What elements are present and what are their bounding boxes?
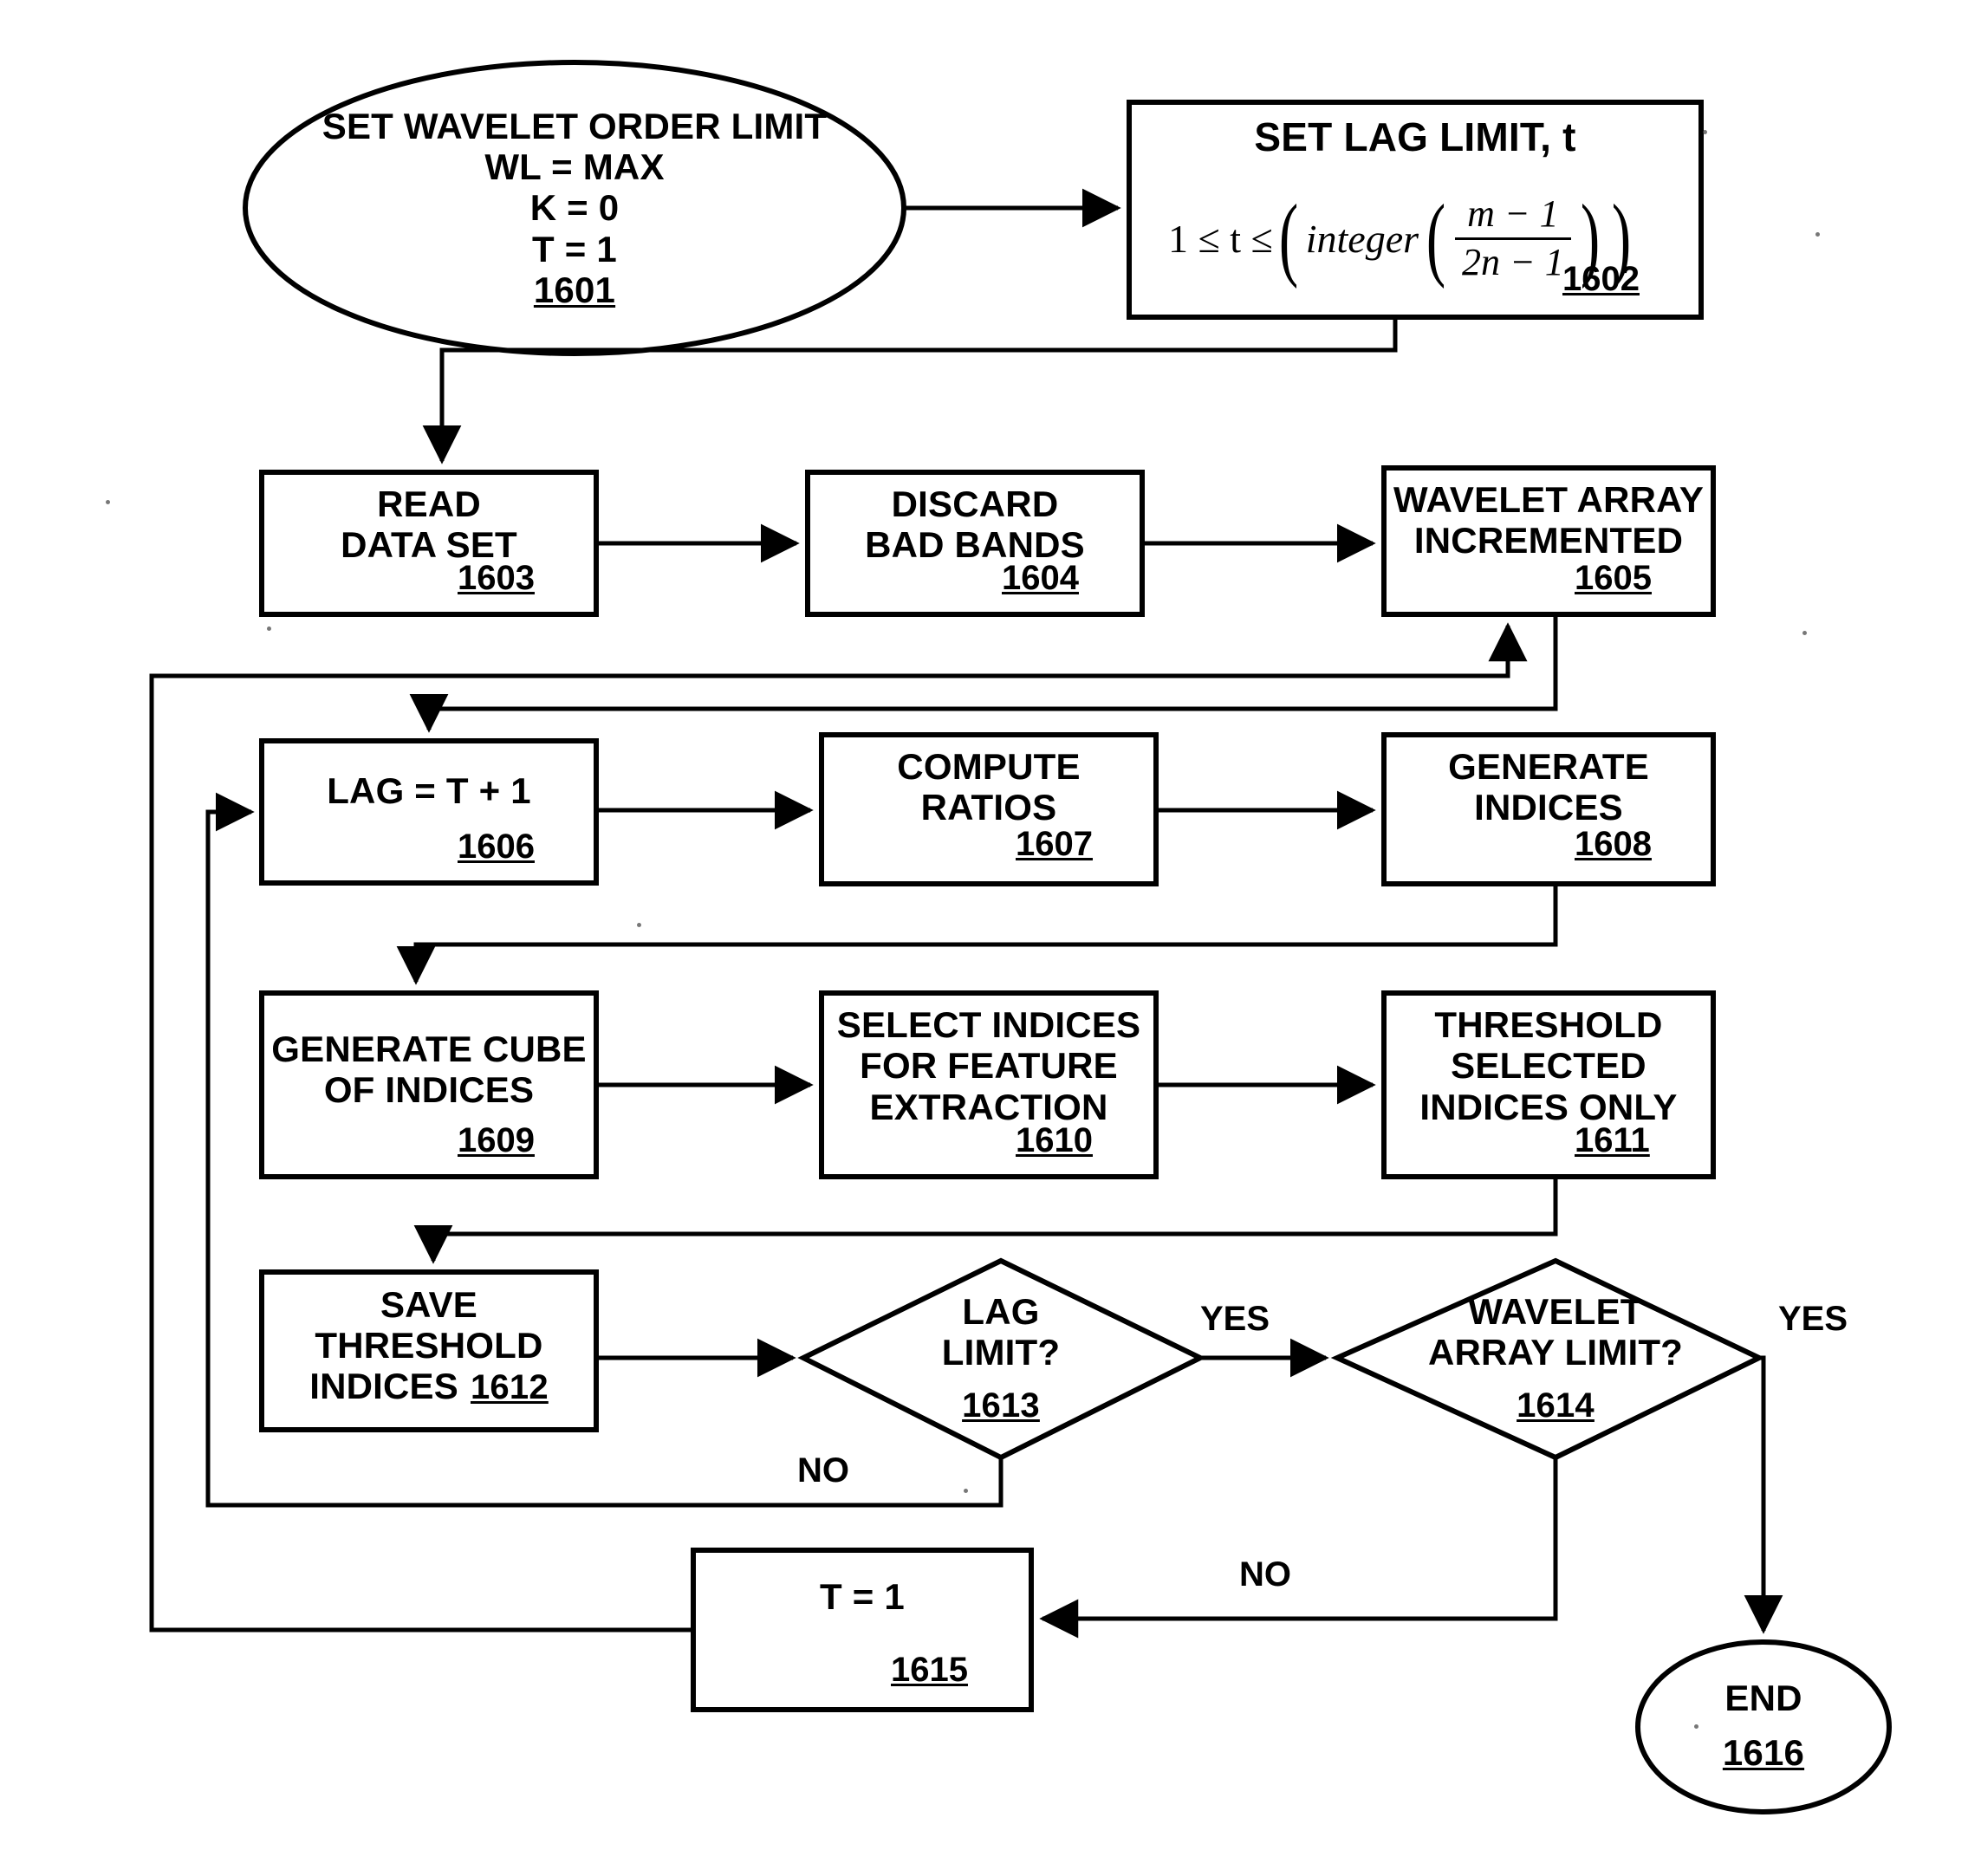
node-1615-ref: 1615 (891, 1651, 968, 1689)
scan-speck (1694, 1724, 1698, 1729)
formula-close-paren-outer: ) (1611, 185, 1631, 289)
scan-speck (1802, 631, 1807, 635)
node-1606-ref: 1606 (458, 828, 535, 866)
scan-speck (1703, 130, 1707, 134)
scan-speck (106, 500, 110, 504)
node-1605-ref: 1605 (1575, 559, 1652, 597)
shape-1611 (1381, 990, 1716, 1179)
scan-speck (1815, 232, 1820, 237)
shape-1603 (259, 470, 599, 617)
shape-1607 (819, 732, 1159, 886)
shape-1609 (259, 990, 599, 1179)
edge-1614-no-1615 (1039, 1457, 1558, 1639)
shape-1601 (243, 60, 906, 356)
formula-numerator: m − 1 (1467, 192, 1559, 236)
formula-fraction-bar (1455, 237, 1571, 240)
scan-speck (267, 626, 271, 631)
shape-1616 (1635, 1639, 1892, 1814)
shape-1606 (259, 738, 599, 886)
node-1607-ref: 1607 (1016, 825, 1093, 863)
formula-close-paren-inner: ) (1580, 185, 1600, 289)
shape-1605 (1381, 465, 1716, 617)
node-1610-ref: 1610 (1016, 1121, 1093, 1159)
scan-speck (964, 1489, 968, 1493)
shape-1612 (259, 1269, 599, 1432)
formula-denominator: 2n − 1 (1462, 240, 1564, 283)
shape-1608 (1381, 732, 1716, 886)
edge-1608-1609 (396, 884, 1558, 985)
formula-open-paren-inner: ( (1426, 185, 1446, 289)
flowchart-page: SET WAVELET ORDER LIMIT WL = MAX K = 0 T… (0, 0, 1981, 1876)
edge-1611-1612 (413, 1177, 1558, 1264)
formula-fn: integer (1305, 216, 1419, 261)
formula-fraction: m − 1 2n − 1 (1455, 194, 1571, 282)
node-1609-ref: 1609 (458, 1121, 535, 1159)
formula-open-paren-outer: ( (1278, 185, 1298, 289)
shape-1610 (819, 990, 1159, 1179)
edge-1605-1606 (409, 614, 1558, 733)
formula-lead: 1 ≤ t ≤ (1168, 216, 1273, 261)
shape-1614 (1330, 1257, 1765, 1461)
scan-speck (637, 923, 641, 927)
node-1602-ref: 1602 (1562, 260, 1640, 298)
node-1608-ref: 1608 (1575, 825, 1652, 863)
edge-1614-yes-1616 (1744, 1355, 1783, 1634)
node-1604-ref: 1604 (1002, 559, 1079, 597)
shape-1615 (691, 1548, 1034, 1712)
node-1603-ref: 1603 (458, 559, 535, 597)
shape-1613 (797, 1257, 1206, 1461)
node-1611-ref: 1611 (1575, 1121, 1650, 1159)
shape-1604 (805, 470, 1145, 617)
